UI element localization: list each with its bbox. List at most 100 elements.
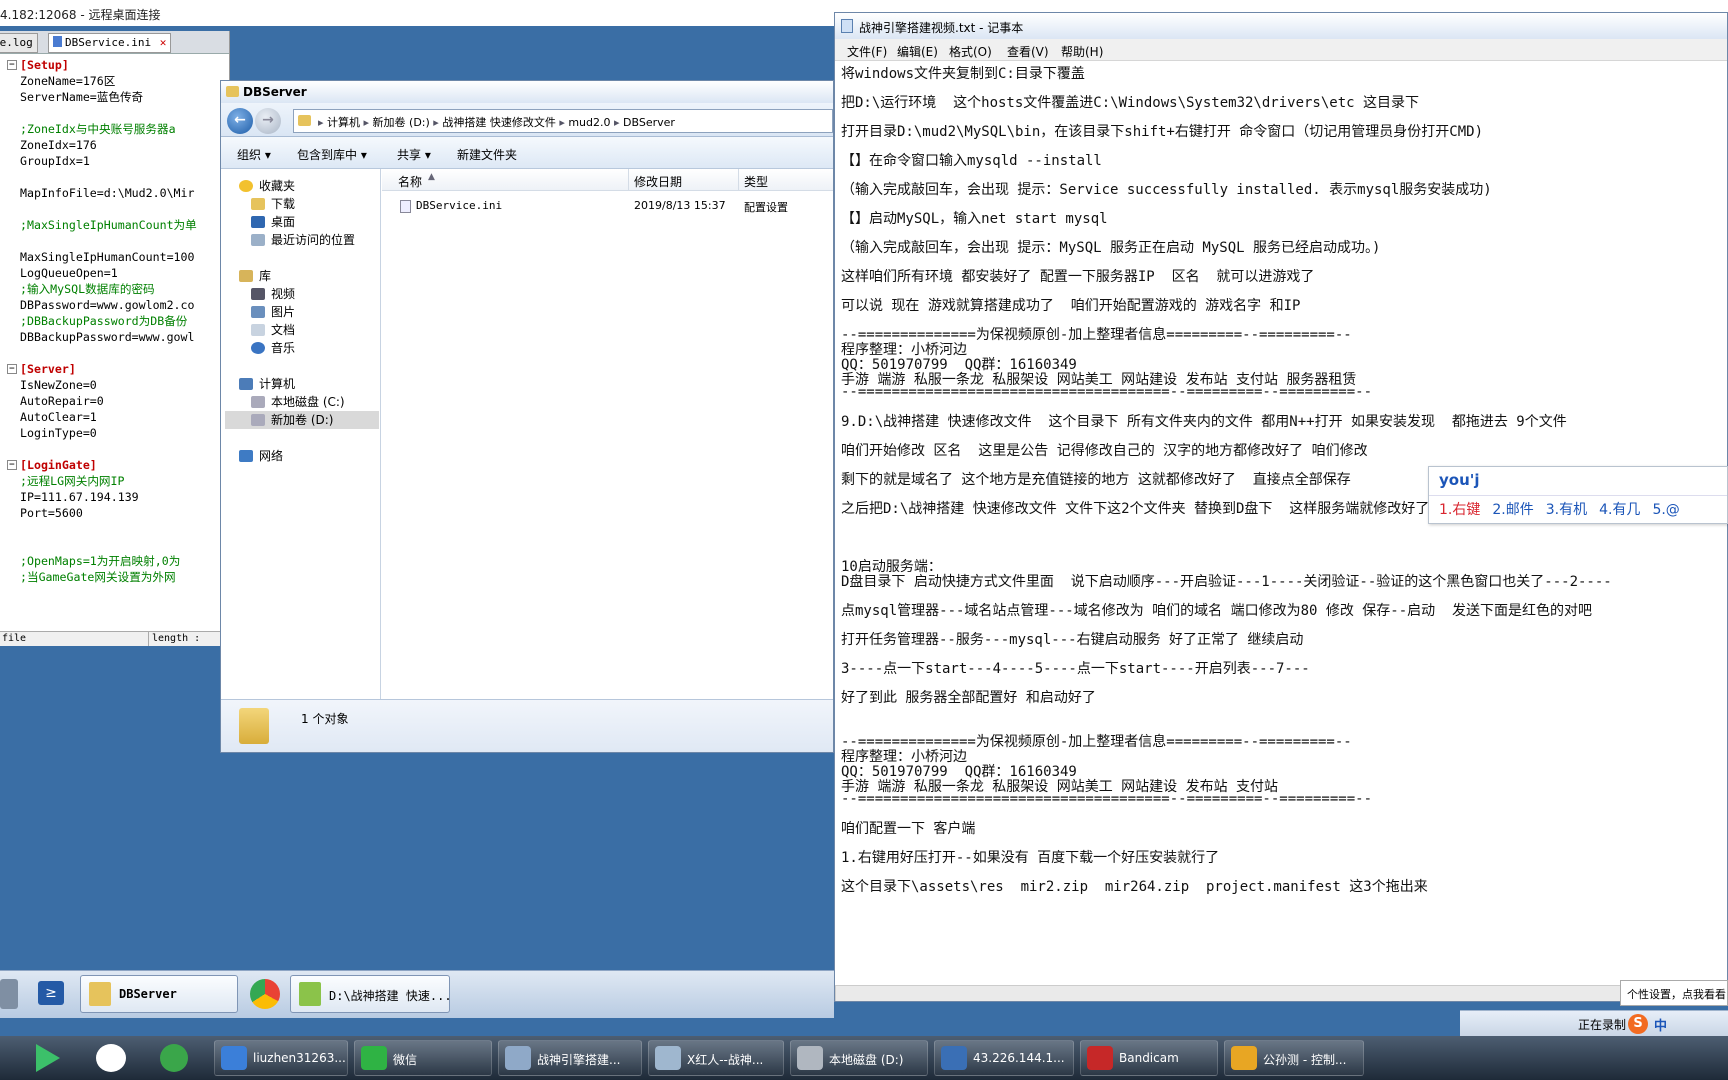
nav-network[interactable]: 网络: [239, 447, 283, 465]
ini-section-header: − [Server]: [0, 361, 229, 377]
nav-downloads[interactable]: 下载: [251, 195, 295, 213]
share-button[interactable]: 共享 ▾: [397, 146, 431, 163]
nav-videos[interactable]: 视频: [251, 285, 295, 303]
ime-candidate[interactable]: 2.邮件: [1492, 502, 1533, 518]
ini-line: [0, 345, 229, 361]
nav-desktop[interactable]: 桌面: [251, 213, 295, 231]
start-icon[interactable]: [0, 979, 18, 1009]
notepad-text-area[interactable]: 将windows文件夹复制到C:目录下覆盖 把D:\运行环境 这个hosts文件覆…: [841, 63, 1725, 1001]
tab-dbservice-ini[interactable]: DBService.ini ✕: [48, 33, 172, 53]
app-icon: [221, 1046, 247, 1070]
menu-format[interactable]: 格式(O): [949, 43, 992, 60]
ime-candidate[interactable]: 1.右键: [1439, 502, 1480, 518]
app-icon: [505, 1046, 531, 1070]
folder-icon: [226, 86, 239, 97]
host-taskbar-item[interactable]: 本地磁盘 (D:): [790, 1040, 928, 1076]
powershell-icon[interactable]: ≥: [38, 981, 64, 1005]
taskbar-dbserver[interactable]: DBServer: [80, 975, 238, 1013]
host-taskbar-item[interactable]: Bandicam: [1080, 1040, 1218, 1076]
horizontal-scrollbar[interactable]: [835, 985, 1727, 1001]
ime-candidate-window: you'j 1.右键 2.邮件 3.有机 4.有几 5.@: [1428, 466, 1728, 524]
organize-button[interactable]: 组织 ▾: [237, 146, 271, 163]
breadcrumb-item[interactable]: DBServer: [623, 116, 675, 129]
ini-file-icon: [400, 200, 411, 213]
host-taskbar-item[interactable]: liuzhen31263...: [214, 1040, 348, 1076]
folder-icon: [89, 982, 111, 1006]
breadcrumb-item[interactable]: 战神搭建 快速修改文件: [442, 116, 556, 129]
host-taskbar-item[interactable]: 公孙测 - 控制...: [1224, 1040, 1364, 1076]
ini-comment-line: ;输入MySQL数据库的密码: [20, 282, 155, 296]
ini-line: GroupIdx=1: [20, 154, 90, 168]
fold-toggle-icon[interactable]: −: [7, 364, 17, 374]
tooltip: 个性设置，点我看看: [1620, 980, 1728, 1006]
include-in-library-button[interactable]: 包含到库中 ▾: [297, 146, 367, 163]
notepad-menu-bar: 文件(F) 编辑(E) 格式(O) 查看(V) 帮助(H): [835, 39, 1727, 61]
media-play-icon[interactable]: [36, 1044, 60, 1072]
nav-drive-c[interactable]: 本地磁盘 (C:): [251, 393, 345, 411]
notepad-line: 1.右键用好压打开--如果没有 百度下载一个好压安装就行了: [841, 850, 1220, 866]
nav-libraries[interactable]: 库: [239, 267, 271, 285]
explorer-toolbar: 组织 ▾ 包含到库中 ▾ 共享 ▾ 新建文件夹: [221, 137, 833, 169]
breadcrumb[interactable]: ▸ 计算机 ▸ 新加卷 (D:) ▸ 战神搭建 快速修改文件 ▸ mud2.0 …: [293, 109, 833, 133]
host-taskbar-item[interactable]: 43.226.144.1...: [934, 1040, 1074, 1076]
ime-candidate[interactable]: 4.有几: [1599, 502, 1640, 518]
column-name[interactable]: 名称: [398, 173, 422, 190]
column-date[interactable]: 修改日期: [634, 173, 682, 190]
menu-edit[interactable]: 编辑(E): [897, 43, 938, 60]
notepad-line: 点mysql管理器---域名站点管理---域名修改为 咱们的域名 端口修改为80…: [841, 603, 1593, 619]
forward-button[interactable]: →: [255, 108, 281, 134]
editor-text-area[interactable]: − [Setup] ZoneName=176区 ServerName=蓝色传奇 ;Zon…: [0, 57, 229, 632]
nav-drive-d[interactable]: 新加卷 (D:): [225, 411, 379, 429]
menu-help[interactable]: 帮助(H): [1061, 43, 1103, 60]
nav-pictures[interactable]: 图片: [251, 303, 295, 321]
ini-line: IP=111.67.194.139: [20, 490, 139, 504]
sort-up-icon: ▲: [428, 172, 435, 182]
fold-toggle-icon[interactable]: −: [7, 60, 17, 70]
app-icon: [1087, 1046, 1113, 1070]
ini-line: MaxSingleIpHumanCount=100: [20, 250, 195, 264]
back-button[interactable]: ←: [227, 108, 253, 134]
breadcrumb-item[interactable]: mud2.0: [568, 116, 610, 129]
file-list-header: 名称 ▲ 修改日期 类型: [382, 169, 833, 191]
menu-file[interactable]: 文件(F): [847, 43, 887, 60]
star-icon: [239, 180, 253, 192]
file-row[interactable]: DBService.ini 2019/8/13 15:37 配置设置: [382, 197, 833, 217]
taskbar-notepadpp[interactable]: D:\战神搭建 快速...: [290, 975, 450, 1013]
breadcrumb-separator-icon[interactable]: ▸: [611, 116, 624, 129]
breadcrumb-separator-icon[interactable]: ▸: [556, 116, 569, 129]
tab-log[interactable]: ge.log: [0, 33, 38, 53]
nav-recent[interactable]: 最近访问的位置: [251, 231, 355, 249]
fold-toggle-icon[interactable]: −: [7, 460, 17, 470]
breadcrumb-separator-icon[interactable]: ▸: [430, 116, 443, 129]
breadcrumb-item[interactable]: 计算机: [327, 116, 360, 129]
close-icon[interactable]: ✕: [160, 36, 167, 49]
chrome-icon[interactable]: [250, 979, 280, 1009]
ini-comment-line: ;当GameGate网关设置为外网: [20, 570, 176, 584]
details-pane: 1 个对象: [221, 699, 833, 752]
ini-comment-line: ;远程LG网关内网IP: [20, 474, 125, 488]
notepad-line: --=====================================-…: [841, 384, 1373, 400]
nav-favorites[interactable]: 收藏夹: [239, 177, 295, 195]
remote-taskbar: ≥ DBServer D:\战神搭建 快速...: [0, 970, 834, 1018]
host-taskbar-item[interactable]: 战神引擎搭建...: [498, 1040, 642, 1076]
menu-view[interactable]: 查看(V): [1007, 43, 1049, 60]
notepad-line: （输入完成敲回车，会出现 提示：Service successfully ins…: [841, 182, 1492, 198]
ime-candidate[interactable]: 3.有机: [1546, 502, 1587, 518]
column-type[interactable]: 类型: [744, 173, 768, 190]
nav-computer[interactable]: 计算机: [239, 375, 295, 393]
download-folder-icon: [251, 198, 265, 210]
nav-documents[interactable]: 文档: [251, 321, 295, 339]
breadcrumb-separator-icon[interactable]: ▸: [318, 116, 327, 129]
sogou-icon: S: [1628, 1014, 1648, 1034]
notepad-line: 剩下的就是域名了 这个地方是充值链接的地方 这就都修改好了 直接点全部保存: [841, 472, 1351, 488]
breadcrumb-separator-icon[interactable]: ▸: [360, 116, 373, 129]
baidu-netdisk-icon[interactable]: [96, 1044, 126, 1072]
host-taskbar-item[interactable]: 微信: [354, 1040, 492, 1076]
nav-music[interactable]: 音乐: [251, 339, 295, 357]
ime-candidate[interactable]: 5.@: [1652, 502, 1679, 518]
host-taskbar-item[interactable]: X红人--战神...: [648, 1040, 784, 1076]
breadcrumb-item[interactable]: 新加卷 (D:): [373, 116, 430, 129]
browser-360-icon[interactable]: [160, 1044, 188, 1072]
editor-status-bar: file length :: [0, 631, 229, 646]
new-folder-button[interactable]: 新建文件夹: [457, 146, 517, 163]
